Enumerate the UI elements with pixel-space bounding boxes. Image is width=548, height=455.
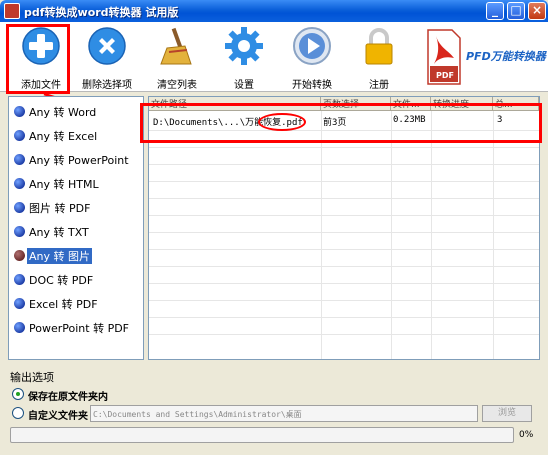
grid-line <box>149 317 539 318</box>
delete-selected-button[interactable]: 删除选择项 <box>76 24 138 91</box>
delete-selected-label: 删除选择项 <box>82 80 132 91</box>
radio-dot-icon <box>14 226 25 237</box>
start-convert-label: 开始转换 <box>292 80 332 91</box>
radio-dot-icon <box>14 178 25 189</box>
grid-line <box>149 147 539 148</box>
radio-dot-icon <box>14 298 25 309</box>
sidebar-item-label: 图片 转 PDF <box>29 202 91 215</box>
title-bar: pdf转换成word转换器 试用版 _ □ × <box>0 0 548 22</box>
broom-icon <box>160 27 192 65</box>
grid-line <box>149 300 539 301</box>
sidebar-item-label: Any 转 Excel <box>29 130 98 143</box>
output-options-title: 输出选项 <box>10 371 54 384</box>
sidebar-item-doc-to-pdf[interactable]: DOC 转 PDF <box>11 269 141 289</box>
highlight-ellipse <box>258 113 306 131</box>
column-header-size[interactable]: 文件... <box>391 97 431 111</box>
close-button[interactable]: × <box>528 2 546 20</box>
logo-text: PFD万能转换器 <box>466 50 546 63</box>
play-icon <box>293 27 331 65</box>
register-button[interactable]: 注册 <box>348 24 410 91</box>
sidebar-item-excel-to-pdf[interactable]: Excel 转 PDF <box>11 293 141 313</box>
column-divider <box>431 111 432 359</box>
radio-same-folder[interactable] <box>12 388 24 400</box>
radio-dot-icon <box>14 322 25 333</box>
grid-line <box>149 334 539 335</box>
clear-list-label: 清空列表 <box>157 80 197 91</box>
sidebar-item-image-to-pdf[interactable]: 图片 转 PDF <box>11 197 141 217</box>
radio-custom-folder[interactable] <box>12 407 24 419</box>
column-header-total[interactable]: 总... <box>493 97 539 111</box>
grid-line <box>149 215 539 216</box>
lock-icon <box>365 28 393 65</box>
sidebar-item-label: Any 转 HTML <box>29 178 99 191</box>
settings-label: 设置 <box>234 80 254 91</box>
conversion-progress-bar <box>10 427 514 443</box>
svg-text:PDF: PDF <box>436 71 454 80</box>
toolbar: 添加文件 删除选择项 清空列表 设置 开始转换 注册 PDF PFD万能转换器 <box>0 22 548 92</box>
sidebar-item-label: DOC 转 PDF <box>29 274 94 287</box>
cell-pages: 前3页 <box>323 118 347 128</box>
sidebar-item-any-to-image[interactable]: Any 转 图片 <box>11 245 141 265</box>
custom-folder-path-input[interactable]: C:\Documents and Settings\Administrator\… <box>90 405 478 422</box>
sidebar-item-label: PowerPoint 转 PDF <box>29 322 129 335</box>
sidebar-item-label: Any 转 TXT <box>29 226 89 239</box>
grid-line <box>149 198 539 199</box>
window-title: pdf转换成word转换器 试用版 <box>24 6 179 19</box>
add-file-button[interactable]: 添加文件 <box>10 24 72 91</box>
column-header-progress[interactable]: 转换进度 <box>431 97 493 111</box>
delete-icon <box>88 27 126 65</box>
sidebar-item-any-to-excel[interactable]: Any 转 Excel <box>11 125 141 145</box>
sidebar-item-label: Any 转 PowerPoint <box>29 154 129 167</box>
sidebar-item-any-to-html[interactable]: Any 转 HTML <box>11 173 141 193</box>
conversion-type-list: Any 转 Word Any 转 Excel Any 转 PowerPoint … <box>8 96 144 360</box>
radio-dot-icon <box>14 154 25 165</box>
column-divider <box>391 111 392 359</box>
sidebar-item-powerpoint-to-pdf[interactable]: PowerPoint 转 PDF <box>11 317 141 337</box>
clear-list-button[interactable]: 清空列表 <box>146 24 208 91</box>
radio-dot-icon <box>14 106 25 117</box>
maximize-button[interactable]: □ <box>507 2 525 20</box>
column-header-pages[interactable]: 页数选择 <box>321 97 391 111</box>
app-logo: PDF PFD万能转换器 <box>424 24 548 90</box>
column-header-path[interactable]: 文件路径 <box>149 97 321 111</box>
grid-line <box>149 283 539 284</box>
file-list-table[interactable]: 文件路径 页数选择 文件... 转换进度 总... D:\Documents\.… <box>148 96 540 360</box>
grid-line <box>149 181 539 182</box>
register-label: 注册 <box>369 80 389 91</box>
start-convert-button[interactable]: 开始转换 <box>281 24 343 91</box>
minimize-button[interactable]: _ <box>486 2 504 20</box>
browse-button[interactable]: 浏览 <box>482 405 532 422</box>
app-icon <box>4 3 20 19</box>
sidebar-item-any-to-txt[interactable]: Any 转 TXT <box>11 221 141 241</box>
radio-dot-icon <box>14 274 25 285</box>
add-icon <box>22 27 60 65</box>
column-divider <box>321 111 322 359</box>
table-row[interactable]: D:\Documents\...\万能恢复.pdf 前3页 0.23MB 3 <box>149 113 539 129</box>
sidebar-item-any-to-powerpoint[interactable]: Any 转 PowerPoint <box>11 149 141 169</box>
option-same-folder-label: 保存在原文件夹内 <box>28 392 108 403</box>
sidebar-item-label: Any 转 Word <box>29 106 97 119</box>
grid-line <box>149 266 539 267</box>
radio-dot-icon <box>14 202 25 213</box>
grid-line <box>149 164 539 165</box>
progress-percent: 0% <box>519 430 534 440</box>
sidebar-item-any-to-word[interactable]: Any 转 Word <box>11 101 141 121</box>
cell-total: 3 <box>497 115 503 125</box>
settings-button[interactable]: 设置 <box>213 24 275 91</box>
cell-size: 0.23MB <box>393 115 426 125</box>
grid-line <box>149 130 539 131</box>
pdf-document-icon: PDF <box>427 29 461 85</box>
option-custom-folder-label: 自定义文件夹 <box>28 411 88 422</box>
sidebar-item-label: Excel 转 PDF <box>29 298 98 311</box>
grid-line <box>149 232 539 233</box>
add-file-label: 添加文件 <box>21 80 61 91</box>
column-divider <box>493 111 494 359</box>
grid-line <box>149 249 539 250</box>
radio-dot-icon <box>14 250 25 261</box>
gear-icon <box>225 27 263 65</box>
table-header: 文件路径 页数选择 文件... 转换进度 总... <box>149 97 539 111</box>
radio-dot-icon <box>14 130 25 141</box>
sidebar-item-label: Any 转 图片 <box>27 248 92 264</box>
